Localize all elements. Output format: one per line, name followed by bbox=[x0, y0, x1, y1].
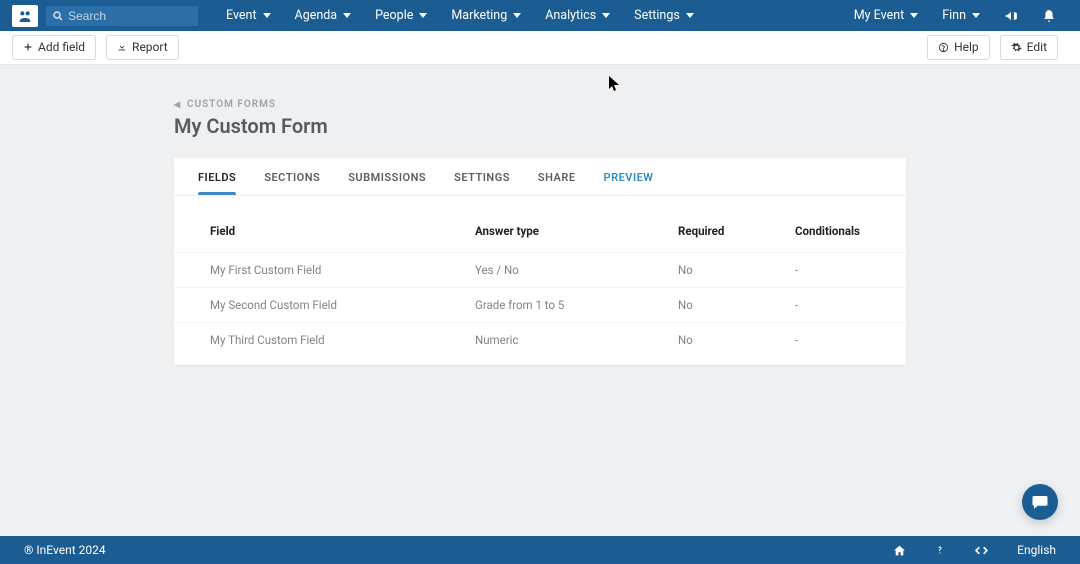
nav-marketing[interactable]: Marketing bbox=[439, 0, 533, 31]
gear-icon bbox=[1011, 42, 1022, 53]
copyright: ® InEvent 2024 bbox=[24, 543, 106, 557]
search-icon bbox=[52, 10, 64, 22]
nav-label: My Event bbox=[854, 8, 904, 23]
tab-submissions[interactable]: SUBMISSIONS bbox=[334, 158, 440, 195]
nav-analytics[interactable]: Analytics bbox=[533, 0, 622, 31]
main-content: ◂ CUSTOM FORMS My Custom Form FIELDS SEC… bbox=[0, 65, 1080, 365]
chevron-left-icon: ◂ bbox=[174, 97, 181, 111]
chevron-down-icon bbox=[910, 13, 918, 18]
bell-icon[interactable] bbox=[1030, 9, 1068, 23]
search-container bbox=[46, 6, 198, 26]
tab-share[interactable]: SHARE bbox=[524, 158, 590, 195]
chevron-down-icon bbox=[602, 13, 610, 18]
cell-field: My Second Custom Field bbox=[210, 298, 475, 312]
button-label: Add field bbox=[38, 40, 85, 54]
action-bar: Add field Report Help Edit bbox=[0, 31, 1080, 65]
cell-field: My First Custom Field bbox=[210, 263, 475, 277]
th-answer-type: Answer type bbox=[475, 224, 678, 238]
app-logo[interactable] bbox=[12, 5, 38, 27]
nav-right: My Event Finn bbox=[842, 0, 1068, 31]
nav-items: Event Agenda People Marketing Analytics … bbox=[214, 0, 706, 31]
table-header: Field Answer type Required Conditionals bbox=[174, 196, 906, 252]
chevron-down-icon bbox=[419, 13, 427, 18]
plus-icon bbox=[23, 42, 33, 52]
nav-event[interactable]: Event bbox=[214, 0, 283, 31]
tabs: FIELDS SECTIONS SUBMISSIONS SETTINGS SHA… bbox=[174, 158, 906, 196]
cell-required: No bbox=[678, 263, 795, 277]
tab-sections[interactable]: SECTIONS bbox=[250, 158, 334, 195]
chevron-down-icon bbox=[263, 13, 271, 18]
button-label: Help bbox=[954, 40, 979, 54]
help-icon bbox=[938, 42, 949, 53]
table-row[interactable]: My First Custom Field Yes / No No - bbox=[174, 252, 906, 287]
cell-answer-type: Grade from 1 to 5 bbox=[475, 298, 678, 312]
cell-conditionals: - bbox=[795, 333, 870, 347]
nav-user[interactable]: Finn bbox=[930, 0, 992, 31]
report-button[interactable]: Report bbox=[106, 35, 179, 59]
cell-required: No bbox=[678, 298, 795, 312]
footer: ® InEvent 2024 English bbox=[0, 536, 1080, 564]
nav-label: Agenda bbox=[295, 8, 338, 23]
top-navbar: Event Agenda People Marketing Analytics … bbox=[0, 0, 1080, 31]
chevron-down-icon bbox=[686, 13, 694, 18]
nav-label: Analytics bbox=[545, 8, 596, 23]
edit-button[interactable]: Edit bbox=[1000, 35, 1058, 59]
tab-preview[interactable]: PREVIEW bbox=[590, 158, 668, 195]
button-label: Report bbox=[132, 40, 168, 54]
nav-label: Marketing bbox=[451, 8, 507, 23]
fields-table: Field Answer type Required Conditionals … bbox=[174, 196, 906, 365]
page-title: My Custom Form bbox=[174, 114, 906, 138]
cell-field: My Third Custom Field bbox=[210, 333, 475, 347]
home-icon[interactable] bbox=[893, 544, 906, 557]
button-label: Edit bbox=[1027, 40, 1047, 54]
th-field: Field bbox=[210, 224, 475, 238]
add-field-button[interactable]: Add field bbox=[12, 35, 96, 59]
nav-label: Settings bbox=[634, 8, 680, 23]
search-input[interactable] bbox=[64, 9, 192, 23]
nav-my-event[interactable]: My Event bbox=[842, 0, 930, 31]
help-footer-icon[interactable] bbox=[934, 543, 946, 557]
th-conditionals: Conditionals bbox=[795, 224, 870, 238]
megaphone-icon[interactable] bbox=[992, 9, 1030, 23]
nav-agenda[interactable]: Agenda bbox=[283, 0, 364, 31]
breadcrumb-label: CUSTOM FORMS bbox=[187, 99, 276, 110]
chat-launcher[interactable] bbox=[1022, 484, 1058, 520]
nav-label: Event bbox=[226, 8, 257, 23]
language-selector[interactable]: English bbox=[1017, 543, 1056, 557]
help-button[interactable]: Help bbox=[927, 35, 990, 59]
cell-conditionals: - bbox=[795, 298, 870, 312]
table-row[interactable]: My Third Custom Field Numeric No - bbox=[174, 322, 906, 357]
nav-settings[interactable]: Settings bbox=[622, 0, 706, 31]
download-icon bbox=[117, 42, 127, 52]
tab-settings[interactable]: SETTINGS bbox=[440, 158, 524, 195]
fields-card: FIELDS SECTIONS SUBMISSIONS SETTINGS SHA… bbox=[174, 158, 906, 365]
nav-people[interactable]: People bbox=[363, 0, 439, 31]
cell-answer-type: Yes / No bbox=[475, 263, 678, 277]
table-row[interactable]: My Second Custom Field Grade from 1 to 5… bbox=[174, 287, 906, 322]
th-required: Required bbox=[678, 224, 795, 238]
cell-required: No bbox=[678, 333, 795, 347]
chevron-down-icon bbox=[343, 13, 351, 18]
chat-icon bbox=[1031, 493, 1049, 511]
code-icon[interactable] bbox=[974, 544, 989, 557]
cell-answer-type: Numeric bbox=[475, 333, 678, 347]
chevron-down-icon bbox=[513, 13, 521, 18]
tab-fields[interactable]: FIELDS bbox=[184, 158, 250, 195]
nav-label: Finn bbox=[942, 8, 966, 23]
breadcrumb[interactable]: ◂ CUSTOM FORMS bbox=[174, 97, 276, 111]
chevron-down-icon bbox=[972, 13, 980, 18]
nav-label: People bbox=[375, 8, 413, 23]
cell-conditionals: - bbox=[795, 263, 870, 277]
